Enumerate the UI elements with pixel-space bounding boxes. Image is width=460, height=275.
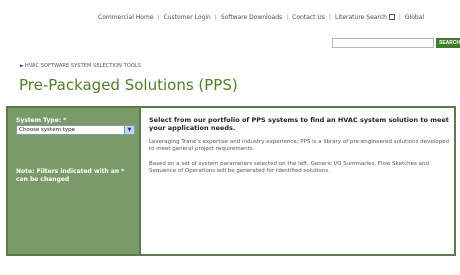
nav-link-contact-us[interactable]: Contact Us: [292, 14, 325, 21]
external-link-icon[interactable]: [388, 14, 395, 20]
chevron-down-icon[interactable]: ▼: [124, 126, 134, 134]
intro-heading: Select from our portfolio of PPS systems…: [149, 116, 449, 132]
nav-separator: |: [286, 14, 289, 21]
system-type-select[interactable]: Choose system type: [16, 125, 135, 135]
nav-link-commercial-home[interactable]: Commercial Home: [98, 14, 154, 21]
nav-link-literature-search[interactable]: Literature Search: [335, 14, 387, 21]
nav-link-global[interactable]: Global: [405, 14, 424, 21]
content-area: Select from our portfolio of PPS systems…: [141, 108, 454, 254]
filter-sidebar: System Type: * Choose system type ▼ Note…: [8, 108, 139, 254]
nav-link-customer-login[interactable]: Customer Login: [164, 14, 211, 21]
page-title: Pre-Packaged Solutions (PPS): [19, 76, 238, 94]
nav-separator: |: [214, 14, 217, 21]
nav-link-software-downloads[interactable]: Software Downloads: [221, 14, 282, 21]
breadcrumb[interactable]: ►HVAC SOFTWARE SYSTEM SELECTION TOOLS: [20, 63, 141, 69]
pps-panel: System Type: * Choose system type ▼ Note…: [6, 106, 456, 256]
filter-note: Note: Filters indicated with an * can be…: [16, 168, 125, 183]
search-input[interactable]: [332, 38, 434, 48]
nav-separator: |: [157, 14, 160, 21]
system-type-label: System Type: *: [16, 117, 67, 124]
top-navigation: Commercial Home | Customer Login | Software …: [98, 14, 460, 26]
search-button[interactable]: SEARCH: [436, 38, 460, 48]
description-paragraph-2: Based on a set of system parameters sele…: [149, 161, 429, 174]
nav-separator: |: [328, 14, 331, 21]
nav-separator: |: [398, 14, 401, 21]
description-paragraph-1: Leveraging Trane's expertise and industr…: [149, 139, 449, 152]
breadcrumb-label[interactable]: HVAC SOFTWARE SYSTEM SELECTION TOOLS: [25, 63, 141, 69]
arrow-right-icon: ►: [20, 63, 24, 69]
